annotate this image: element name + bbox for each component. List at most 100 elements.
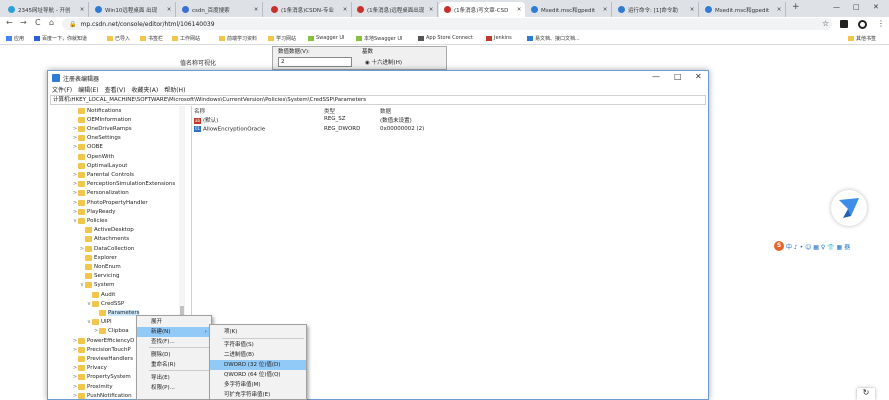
tab-close-icon[interactable]: ✕ — [775, 7, 783, 13]
tree-node[interactable]: > Clipboa — [93, 327, 129, 336]
bookmark-item[interactable]: Swagger UI — [308, 35, 345, 41]
regedit-minimize-button[interactable]: — — [652, 72, 660, 81]
tree-node[interactable]: OptimalLayout — [72, 161, 127, 170]
ime-toolbar[interactable]: S 中 ♪ • ☺ ▦ ♀ 👕 ▦ 器 — [774, 240, 889, 252]
bookmark-star-icon[interactable]: ☆ — [822, 19, 829, 28]
tab-close-icon[interactable]: ✕ — [165, 7, 173, 13]
column-header[interactable]: 数据 — [380, 107, 391, 115]
context-menu-item[interactable]: 展开 — [137, 317, 211, 327]
tree-node[interactable]: Audit — [86, 290, 115, 299]
tab-close-icon[interactable]: ✕ — [427, 7, 435, 13]
tree-node[interactable]: > PlayReady — [72, 207, 116, 216]
csdn-bird-icon[interactable] — [831, 190, 867, 226]
tree-node[interactable]: OEMInformation — [72, 115, 131, 124]
context-menu-item[interactable]: 重命名(R) — [137, 360, 211, 370]
tree-node[interactable]: ActiveDesktop — [79, 226, 134, 235]
tree-node[interactable]: NonEnum — [79, 262, 121, 271]
bookmark-item[interactable]: Jenkins — [486, 35, 512, 41]
tree-node[interactable]: > Parental Controls — [72, 170, 134, 179]
tab-close-icon[interactable]: ✕ — [341, 7, 349, 13]
browser-tab[interactable]: Msedit.msc和gpedit ✕ — [700, 2, 786, 17]
context-menu-item[interactable]: 权限(P)... — [137, 383, 211, 393]
bookmark-item[interactable]: 书签栏 — [140, 35, 163, 42]
tree-node[interactable]: > PerceptionSimulationExtensions — [72, 180, 175, 189]
browser-tab[interactable]: 运行命令: [1]命令助 ✕ — [613, 2, 699, 17]
tree-node[interactable]: Explorer — [79, 253, 117, 262]
tree-node[interactable]: Parameters — [93, 308, 140, 317]
regedit-menu-item[interactable]: 查看(V) — [105, 85, 126, 95]
column-header[interactable]: 类型 — [324, 107, 335, 115]
tree-node[interactable]: Attachments — [79, 235, 129, 244]
bookmark-item[interactable]: 前端学习资料 — [219, 35, 257, 42]
home-button[interactable]: ⌂ — [49, 18, 54, 27]
forward-button[interactable]: → — [20, 18, 27, 27]
context-menu-item[interactable]: 查找(F)... — [137, 337, 211, 347]
tree-node[interactable]: > PowerEfficiencyD — [72, 336, 134, 345]
tree-node[interactable]: > Privacy — [72, 364, 107, 373]
new-submenu-item[interactable]: QWORD (64 位)值(Q) — [210, 370, 306, 380]
tree-node[interactable]: > Proximity — [72, 382, 113, 391]
browser-tab[interactable]: Msedit.msc和gpedit ✕ — [526, 2, 612, 17]
regedit-menu-item[interactable]: 帮助(H) — [164, 85, 185, 95]
browser-tab[interactable]: csdn_百度搜索 ✕ — [177, 2, 263, 17]
bookmark-item[interactable]: 已导入 — [107, 35, 130, 42]
tree-node[interactable]: > PrecisionTouchP — [72, 345, 131, 354]
context-menu-item[interactable]: 删除(D) — [137, 350, 211, 360]
tree-node[interactable]: > Personalization — [72, 189, 129, 198]
new-submenu-item[interactable]: 可扩充字符串值(E) — [210, 390, 306, 400]
tree-node[interactable]: OpenWith — [72, 152, 114, 161]
regedit-menu-item[interactable]: 收藏夹(A) — [131, 85, 158, 95]
tree-node[interactable]: v System — [79, 281, 115, 290]
tree-node[interactable]: > PushNotification — [72, 391, 132, 400]
regedit-maximize-button[interactable]: □ — [674, 72, 682, 81]
back-button[interactable]: ← — [6, 18, 13, 27]
extension-icon[interactable] — [840, 20, 848, 28]
bookmark-item[interactable]: 本地Swagger UI — [356, 35, 403, 42]
tree-node[interactable]: Servicing — [79, 272, 119, 281]
tab-close-icon[interactable]: ✕ — [515, 7, 523, 13]
tab-close-icon[interactable]: ✕ — [601, 7, 609, 13]
tree-node[interactable]: PreviewHandlers — [72, 354, 133, 363]
tree-node[interactable]: v Policies — [72, 216, 107, 225]
browser-tab[interactable]: (1条消息)远程桌面出现 ✕ — [352, 2, 438, 17]
bookmark-item[interactable]: 百度一下，你就知道 — [34, 35, 87, 42]
browser-tab[interactable]: (1条消息)CSDN-专业 ✕ — [266, 2, 352, 17]
maximize-button[interactable]: □ — [853, 3, 860, 11]
context-menu-item[interactable]: 新建(N) › — [137, 327, 211, 337]
regedit-menu-item[interactable]: 编辑(E) — [78, 85, 98, 95]
tab-close-icon[interactable]: ✕ — [78, 7, 86, 13]
bookmark-item[interactable]: 易文档、接口文档... — [527, 35, 580, 42]
close-window-button[interactable]: ✕ — [873, 3, 879, 11]
regedit-close-button[interactable]: ✕ — [695, 72, 702, 81]
tree-node[interactable]: Notifications — [72, 106, 121, 115]
address-bar[interactable]: 🔒 mp.csdn.net/console/editor/html/106140… — [62, 18, 832, 30]
tree-node[interactable]: v CredSSP — [86, 299, 124, 308]
new-submenu-item[interactable]: 字符串值(S) — [210, 340, 306, 350]
column-header[interactable]: 名称 — [194, 107, 205, 115]
tree-node[interactable]: > DataCollection — [79, 244, 134, 253]
tree-node[interactable]: > OneDriveRamps — [72, 124, 132, 133]
tab-close-icon[interactable]: ✕ — [688, 7, 696, 13]
new-submenu-item[interactable]: DWORD (32 位)值(D) — [210, 360, 306, 370]
bookmark-item[interactable]: App Store Connect — [418, 35, 473, 41]
profile-avatar-icon[interactable] — [858, 20, 867, 29]
value-data-input[interactable]: 2 — [278, 57, 352, 67]
refresh-float-icon[interactable]: ↻ — [857, 388, 875, 400]
tab-close-icon[interactable]: ✕ — [252, 7, 260, 13]
tree-node[interactable]: > PropertySystem — [72, 373, 131, 382]
bookmark-item[interactable]: 应用 — [6, 35, 24, 42]
value-name-cell[interactable]: 01 AllowEncryptionOracle — [194, 126, 265, 133]
context-menu-item[interactable]: 导出(E) — [137, 373, 211, 383]
new-submenu-item[interactable]: 二进制值(B) — [210, 350, 306, 360]
browser-tab[interactable]: Win10远程桌面 出现 ✕ — [90, 2, 176, 17]
tree-node[interactable]: v UIPI — [86, 318, 112, 327]
tree-node[interactable]: > OOBE — [72, 143, 103, 152]
browser-tab[interactable]: 2345网址导航 - 开创 ✕ — [3, 2, 89, 17]
new-submenu-item[interactable]: 多字符串值(M) — [210, 380, 306, 390]
minimize-button[interactable]: — — [833, 3, 840, 11]
regedit-menu-item[interactable]: 文件(F) — [52, 85, 72, 95]
reload-button[interactable]: C — [35, 18, 41, 27]
new-submenu-item[interactable]: 项(K) — [210, 327, 306, 337]
bookmark-item[interactable]: 工作网站 — [172, 35, 200, 42]
browser-menu-button[interactable]: ⋮ — [877, 19, 885, 28]
